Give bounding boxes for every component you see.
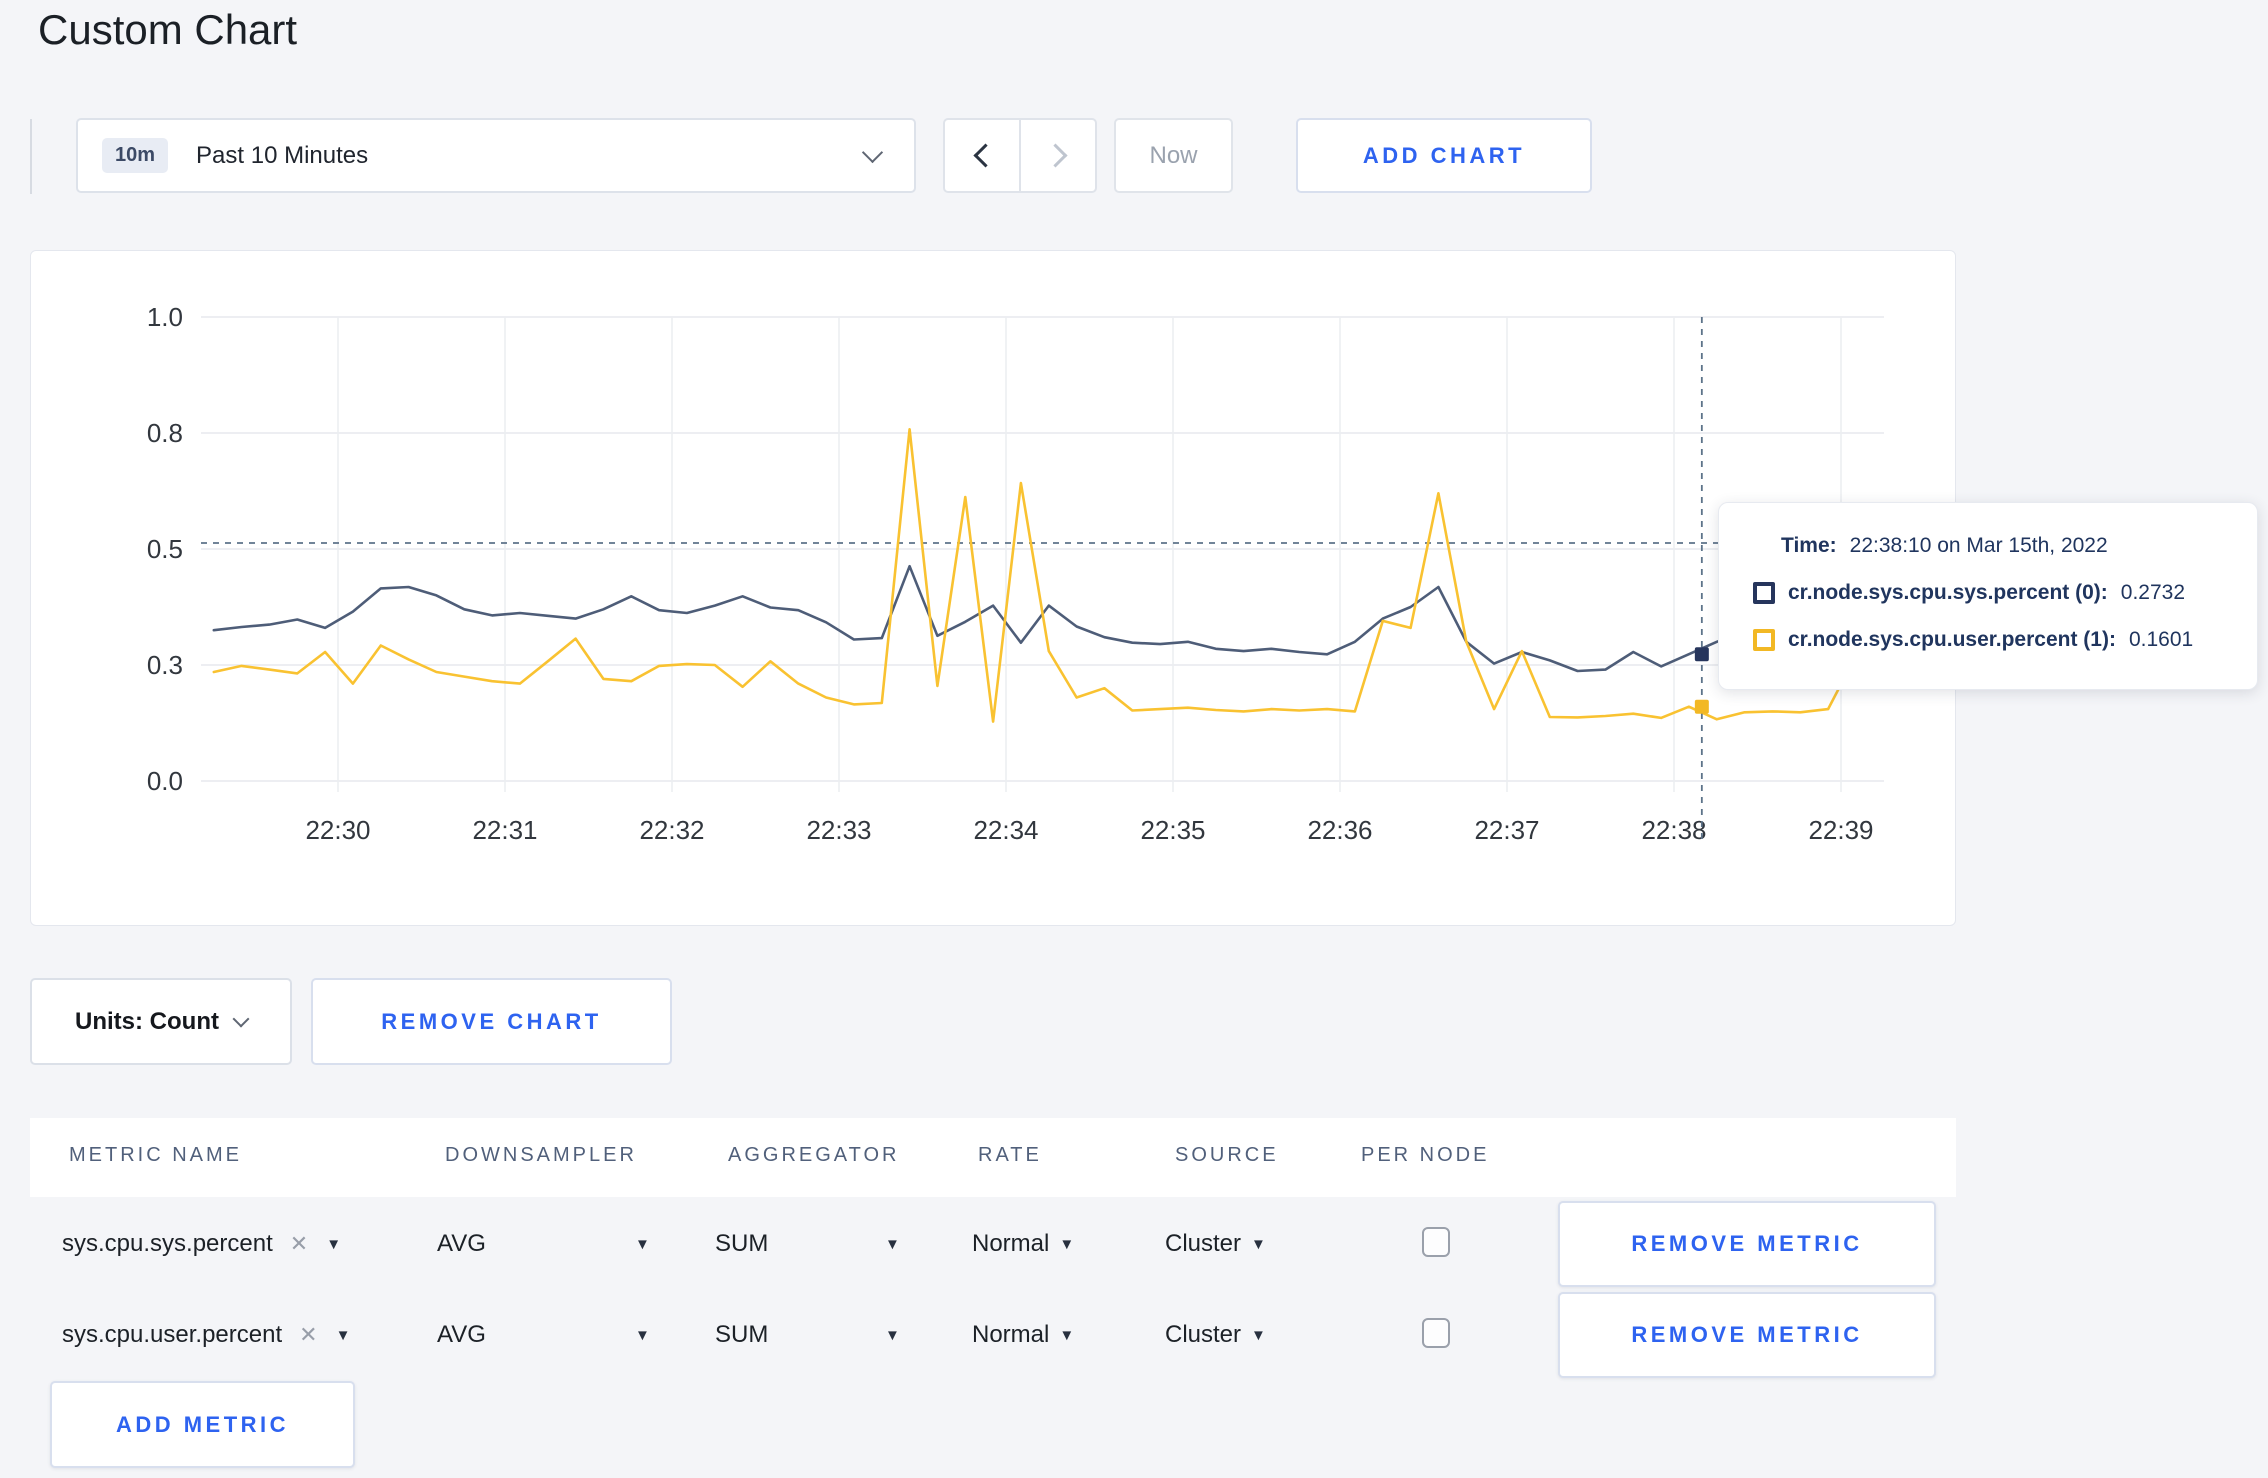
page-title: Custom Chart: [38, 6, 298, 53]
tooltip-series-value: 0.2732: [2120, 581, 2186, 604]
svg-text:1.0: 1.0: [147, 302, 183, 332]
svg-text:22:35: 22:35: [1140, 815, 1205, 845]
remove-chart-button[interactable]: REMOVE CHART: [311, 978, 672, 1065]
chart-tooltip: Time: 22:38:10 on Mar 15th, 2022 cr.node…: [1718, 502, 2258, 690]
caret-down-icon: ▼: [1059, 1326, 1075, 1344]
metric-name-dropdown[interactable]: sys.cpu.sys.percent ✕ ▼: [62, 1201, 341, 1287]
chevron-right-icon: [1042, 143, 1068, 168]
series-swatch-icon: [1753, 629, 1775, 651]
add-chart-button[interactable]: ADD CHART: [1296, 118, 1592, 193]
per-node-checkbox[interactable]: [1422, 1227, 1450, 1257]
col-header-per-node: PER NODE: [1361, 1144, 1490, 1166]
chevron-down-icon: [232, 1010, 250, 1027]
aggregator-select[interactable]: SUM: [715, 1292, 768, 1378]
chart-card: 0.0 0.3 0.5 0.8 1.0 22:30 22:31 22:32 22:33 22:34…: [30, 250, 1956, 926]
units-label: Units: Count: [75, 1007, 219, 1035]
remove-metric-button[interactable]: REMOVE METRIC: [1558, 1292, 1936, 1378]
clear-metric-icon[interactable]: ✕: [299, 1322, 317, 1348]
svg-text:22:37: 22:37: [1474, 815, 1539, 845]
svg-text:0.0: 0.0: [147, 766, 183, 796]
units-dropdown[interactable]: Units: Count: [30, 978, 292, 1065]
metrics-table-header: METRIC NAME DOWNSAMPLER AGGREGATOR RATE …: [30, 1118, 1956, 1197]
source-select[interactable]: Cluster ▼: [1165, 1292, 1266, 1378]
svg-text:22:30: 22:30: [305, 815, 370, 845]
time-window-dropdown[interactable]: 10m Past 10 Minutes: [76, 118, 916, 193]
caret-down-icon: ▼: [335, 1326, 351, 1344]
series-swatch-icon: [1753, 582, 1775, 604]
metric-row: sys.cpu.user.percent ✕ ▼ AVG ▼ SUM ▼ Nor…: [30, 1292, 1956, 1378]
clear-metric-icon[interactable]: ✕: [290, 1231, 308, 1257]
tooltip-series-label: cr.node.sys.cpu.user.percent (1):: [1788, 628, 2116, 651]
col-header-metric-name: METRIC NAME: [69, 1144, 242, 1166]
tooltip-time-row: Time: 22:38:10 on Mar 15th, 2022: [1781, 528, 2233, 564]
caret-down-icon: ▼: [1251, 1235, 1266, 1253]
col-header-rate: RATE: [978, 1144, 1042, 1166]
svg-text:22:32: 22:32: [639, 815, 704, 845]
time-window-badge: 10m: [102, 138, 169, 173]
chevron-left-icon: [972, 143, 998, 168]
svg-text:22:38: 22:38: [1641, 815, 1706, 845]
svg-text:22:34: 22:34: [973, 815, 1038, 845]
metric-name-value: sys.cpu.sys.percent: [62, 1230, 273, 1257]
time-window-label: Past 10 Minutes: [196, 141, 369, 169]
metric-name-value: sys.cpu.user.percent: [62, 1321, 283, 1348]
rate-select[interactable]: Normal ▼: [972, 1292, 1074, 1378]
prev-time-button[interactable]: [943, 118, 1020, 193]
caret-down-icon: ▼: [635, 1326, 650, 1344]
aggregator-select[interactable]: SUM: [715, 1201, 768, 1287]
per-node-checkbox[interactable]: [1422, 1318, 1450, 1348]
caret-down-icon: ▼: [1251, 1326, 1266, 1344]
next-time-button[interactable]: [1020, 118, 1097, 193]
custom-chart-page: Custom Chart 10m Past 10 Minutes Now ADD…: [0, 0, 2268, 1478]
source-select[interactable]: Cluster ▼: [1165, 1201, 1266, 1287]
caret-down-icon: ▼: [1059, 1235, 1075, 1253]
svg-text:0.3: 0.3: [147, 650, 183, 680]
downsampler-select[interactable]: AVG: [437, 1201, 486, 1287]
svg-text:22:39: 22:39: [1808, 815, 1873, 845]
caret-down-icon: ▼: [885, 1326, 900, 1344]
svg-text:0.8: 0.8: [147, 418, 183, 448]
svg-text:22:31: 22:31: [472, 815, 537, 845]
tooltip-series-label: cr.node.sys.cpu.sys.percent (0):: [1788, 581, 2108, 604]
toolbar-divider: [30, 119, 32, 194]
svg-text:22:33: 22:33: [806, 815, 871, 845]
downsampler-select[interactable]: AVG: [437, 1292, 486, 1378]
metric-name-dropdown[interactable]: sys.cpu.user.percent ✕ ▼: [62, 1292, 350, 1378]
timeseries-svg[interactable]: 0.0 0.3 0.5 0.8 1.0 22:30 22:31 22:32 22:33 22:34…: [31, 251, 1955, 925]
time-pager: [943, 118, 1097, 193]
remove-metric-button[interactable]: REMOVE METRIC: [1558, 1201, 1936, 1287]
caret-down-icon: ▼: [326, 1235, 342, 1253]
col-header-downsampler: DOWNSAMPLER: [445, 1144, 637, 1166]
col-header-aggregator: AGGREGATOR: [728, 1144, 900, 1166]
svg-text:0.5: 0.5: [147, 534, 183, 564]
metric-row: sys.cpu.sys.percent ✕ ▼ AVG ▼ SUM ▼ Norm…: [30, 1201, 1956, 1287]
tooltip-time-value: 22:38:10 on Mar 15th, 2022: [1849, 534, 2108, 557]
caret-down-icon: ▼: [635, 1235, 650, 1253]
tooltip-series-row: cr.node.sys.cpu.sys.percent (0): 0.2732: [1753, 575, 2233, 611]
col-header-source: SOURCE: [1175, 1144, 1279, 1166]
tooltip-series-row: cr.node.sys.cpu.user.percent (1): 0.1601: [1753, 622, 2233, 658]
tooltip-time-label: Time:: [1781, 534, 1837, 557]
caret-down-icon: ▼: [885, 1235, 900, 1253]
add-metric-button[interactable]: ADD METRIC: [50, 1381, 355, 1468]
chevron-down-icon: [861, 141, 884, 164]
svg-text:22:36: 22:36: [1307, 815, 1372, 845]
rate-select[interactable]: Normal ▼: [972, 1201, 1074, 1287]
now-button[interactable]: Now: [1114, 118, 1233, 193]
tooltip-series-value: 0.1601: [2128, 628, 2194, 651]
